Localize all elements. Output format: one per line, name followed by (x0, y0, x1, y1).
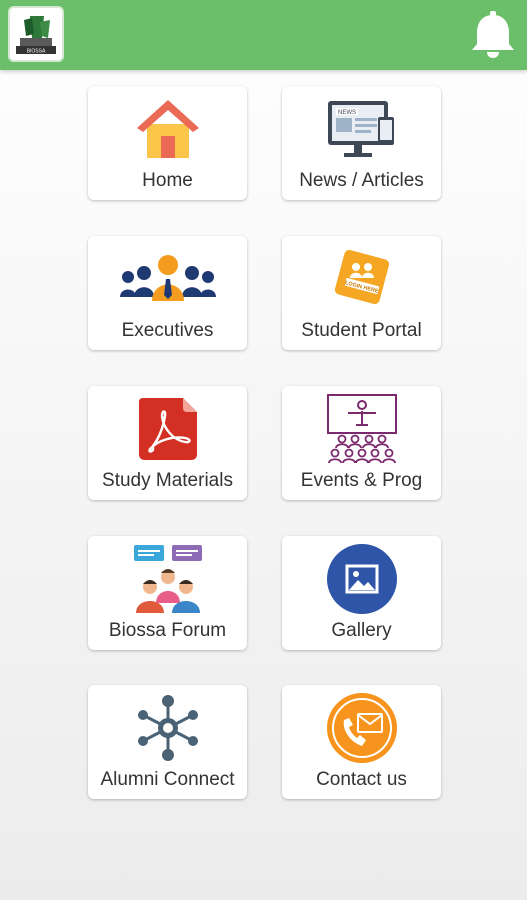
menu-home[interactable]: Home (88, 86, 247, 200)
menu-label: Student Portal (301, 320, 422, 341)
login-icon: LOGIN HERE (282, 244, 441, 314)
association-logo-icon: BIOSSA (10, 8, 62, 60)
menu-events-prog[interactable]: Events & Prog (282, 386, 441, 500)
notification-bell-button[interactable] (468, 8, 518, 60)
menu-label: Gallery (331, 620, 392, 641)
menu-gallery[interactable]: Gallery (282, 536, 441, 650)
image-icon (282, 544, 441, 614)
home-icon (88, 94, 247, 164)
pdf-icon (88, 394, 247, 464)
menu-alumni-connect[interactable]: Alumni Connect (88, 685, 247, 799)
menu-student-portal[interactable]: LOGIN HERE Student Portal (282, 236, 441, 350)
menu-label: Contact us (316, 769, 407, 790)
app-bar: BIOSSA (0, 0, 527, 70)
svg-text:BIOSSA: BIOSSA (27, 49, 46, 55)
presentation-icon (282, 394, 441, 464)
menu-label: Biossa Forum (108, 620, 227, 641)
bell-icon (472, 11, 514, 58)
team-icon (88, 244, 247, 314)
menu-label: Home (142, 170, 193, 191)
newspaper-monitor-icon: NEWS (282, 94, 441, 164)
menu-study-materials[interactable]: Study Materials (88, 386, 247, 500)
forum-icon (88, 544, 247, 614)
menu-label: Study Materials (102, 470, 233, 491)
app-logo[interactable]: BIOSSA (8, 6, 64, 62)
menu-news-articles[interactable]: NEWS News / Articles (282, 86, 441, 200)
menu-biossa-forum[interactable]: Biossa Forum (88, 536, 247, 650)
menu-label: Events & Prog (300, 470, 423, 491)
menu-label: News / Articles (299, 170, 424, 191)
network-icon (88, 693, 247, 763)
contact-mail-icon (282, 693, 441, 763)
menu-executives[interactable]: Executives (88, 236, 247, 350)
svg-text:NEWS: NEWS (338, 110, 356, 116)
menu-contact-us[interactable]: Contact us (282, 685, 441, 799)
menu-label: Executives (121, 320, 214, 341)
menu-label: Alumni Connect (100, 769, 235, 790)
